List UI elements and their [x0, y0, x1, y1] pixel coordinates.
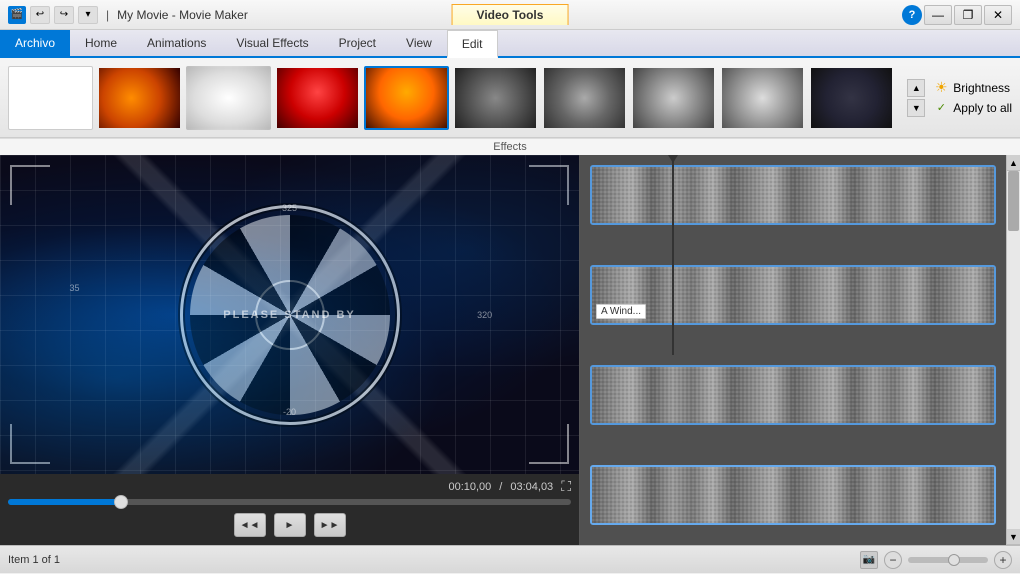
effects-scroll: ▲ ▼ [907, 79, 925, 117]
time-display: 00:10,00 / 03:04,03 ⛶ [8, 478, 571, 495]
effects-grid [8, 66, 903, 130]
brightness-label: Brightness [953, 81, 1010, 95]
tab-edit[interactable]: Edit [447, 30, 498, 58]
timeline-clip-2[interactable]: A Wind... [590, 265, 996, 325]
playback-controls: ◄◄ ► ►► [8, 509, 571, 541]
app-icon: 🎬 [8, 6, 26, 24]
video-canvas: PLEASE STAND BY 325 320 -20 35 [0, 155, 579, 474]
effects-toolbar: ▲ ▼ ☀ Brightness ✓ Apply to all [0, 58, 1020, 138]
progress-fill [8, 499, 121, 505]
timeline-clip-4[interactable] [590, 465, 996, 525]
main-area: PLEASE STAND BY 325 320 -20 35 00:10 [0, 155, 1020, 545]
close-button[interactable]: ✕ [984, 5, 1012, 25]
minimize-button[interactable]: — [924, 5, 952, 25]
status-text: Item 1 of 1 [8, 554, 60, 566]
clip-noise [592, 267, 994, 323]
timeline-scrollbar[interactable]: ▲ ▼ [1006, 155, 1020, 545]
status-bar: Item 1 of 1 📷 − + [0, 545, 1020, 573]
scroll-down-btn[interactable]: ▼ [907, 99, 925, 117]
effect-gray4[interactable] [720, 66, 805, 130]
playhead [672, 155, 674, 355]
clip-noise [592, 367, 994, 423]
quick-undo-btn[interactable]: ↩ [30, 6, 50, 24]
title-bar-left: 🎬 ↩ ↪ ▾ | My Movie - Movie Maker [0, 6, 256, 24]
window-controls: ? — ❐ ✕ [902, 5, 1012, 25]
clip-noise [592, 467, 994, 523]
progress-bar-area [8, 499, 571, 505]
zoom-in-btn[interactable]: + [994, 551, 1012, 569]
effects-label: Effects [0, 138, 1020, 155]
tab-animations[interactable]: Animations [132, 30, 221, 56]
zoom-slider[interactable] [908, 557, 988, 563]
effect-dark-blue[interactable] [809, 66, 894, 130]
effect-red-flower[interactable] [275, 66, 360, 130]
effect-white-cloudy[interactable] [186, 66, 271, 130]
effect-orange-flower[interactable] [364, 66, 449, 130]
effect-gray2[interactable] [542, 66, 627, 130]
preview-controls: 00:10,00 / 03:04,03 ⛶ ◄◄ ► ►► [0, 474, 579, 545]
apply-to-label: Apply to all [953, 101, 1012, 115]
brightness-icon: ☀ [933, 80, 949, 96]
title-bar: 🎬 ↩ ↪ ▾ | My Movie - Movie Maker Video T… [0, 0, 1020, 30]
scroll-down-btn[interactable]: ▼ [1007, 529, 1020, 545]
effect-orange-inner[interactable] [97, 66, 182, 130]
quick-menu-btn[interactable]: ▾ [78, 6, 98, 24]
time-separator: / [499, 481, 502, 493]
video-tools-badge: Video Tools [452, 8, 569, 22]
ribbon-tabs: Archivo Home Animations Visual Effects P… [0, 30, 1020, 58]
tab-archivo[interactable]: Archivo [0, 30, 70, 56]
effect-gray3[interactable] [631, 66, 716, 130]
play-button[interactable]: ► [274, 513, 306, 537]
zoom-out-btn[interactable]: − [884, 551, 902, 569]
fullscreen-icon[interactable]: ⛶ [561, 478, 571, 495]
clip-label: A Wind... [596, 304, 646, 319]
timeline-clip-3[interactable] [590, 365, 996, 425]
status-right: 📷 − + [860, 551, 1012, 569]
help-button[interactable]: ? [902, 5, 922, 25]
tab-project[interactable]: Project [324, 30, 391, 56]
time-total: 03:04,03 [510, 481, 553, 493]
window-title: My Movie - Movie Maker [117, 8, 248, 22]
snapshot-icon[interactable]: 📷 [860, 551, 878, 569]
rewind-button[interactable]: ◄◄ [234, 513, 266, 537]
scroll-up-btn[interactable]: ▲ [1007, 155, 1020, 171]
effect-none[interactable] [8, 66, 93, 130]
tab-view[interactable]: View [391, 30, 447, 56]
tab-visual-effects[interactable]: Visual Effects [221, 30, 323, 56]
time-current: 00:10,00 [448, 481, 491, 493]
zoom-thumb[interactable] [948, 554, 960, 566]
timeline-panel: A Wind... ▲ ▼ [580, 155, 1020, 545]
preview-panel: PLEASE STAND BY 325 320 -20 35 00:10 [0, 155, 580, 545]
quick-redo-btn[interactable]: ↪ [54, 6, 74, 24]
tab-home[interactable]: Home [70, 30, 132, 56]
forward-button[interactable]: ►► [314, 513, 346, 537]
scroll-up-btn[interactable]: ▲ [907, 79, 925, 97]
effects-sidebar: ☀ Brightness ✓ Apply to all [933, 80, 1012, 116]
progress-bar[interactable] [8, 499, 571, 505]
maximize-button[interactable]: ❐ [954, 5, 982, 25]
scroll-track [1007, 171, 1020, 529]
timeline-clip-1[interactable] [590, 165, 996, 225]
brightness-item: ☀ Brightness [933, 80, 1010, 96]
apply-to-icon: ✓ [933, 100, 949, 116]
apply-to-item[interactable]: ✓ Apply to all [933, 100, 1012, 116]
progress-thumb[interactable] [114, 495, 128, 509]
clip-noise [592, 167, 994, 223]
effect-gray1[interactable] [453, 66, 538, 130]
scroll-thumb[interactable] [1008, 171, 1019, 231]
